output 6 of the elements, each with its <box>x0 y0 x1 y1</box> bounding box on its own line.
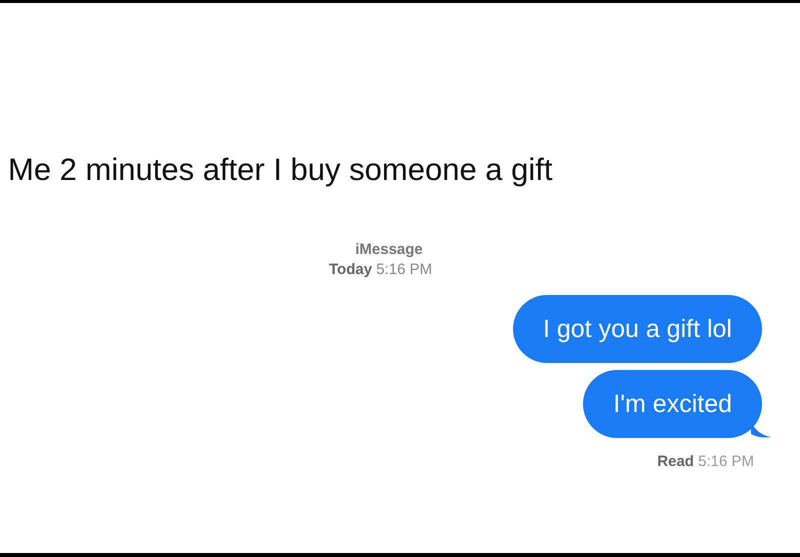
read-receipt: Read 5:16 PM <box>657 452 754 472</box>
caption-text: Me 2 minutes after I buy someone a gift <box>7 151 554 189</box>
message-bubble: I got you a gift lol <box>512 295 762 363</box>
timestamp: Today 5:16 PM <box>329 260 432 280</box>
service-label: iMessage <box>354 240 424 260</box>
message-bubble: I'm excited <box>583 370 762 438</box>
